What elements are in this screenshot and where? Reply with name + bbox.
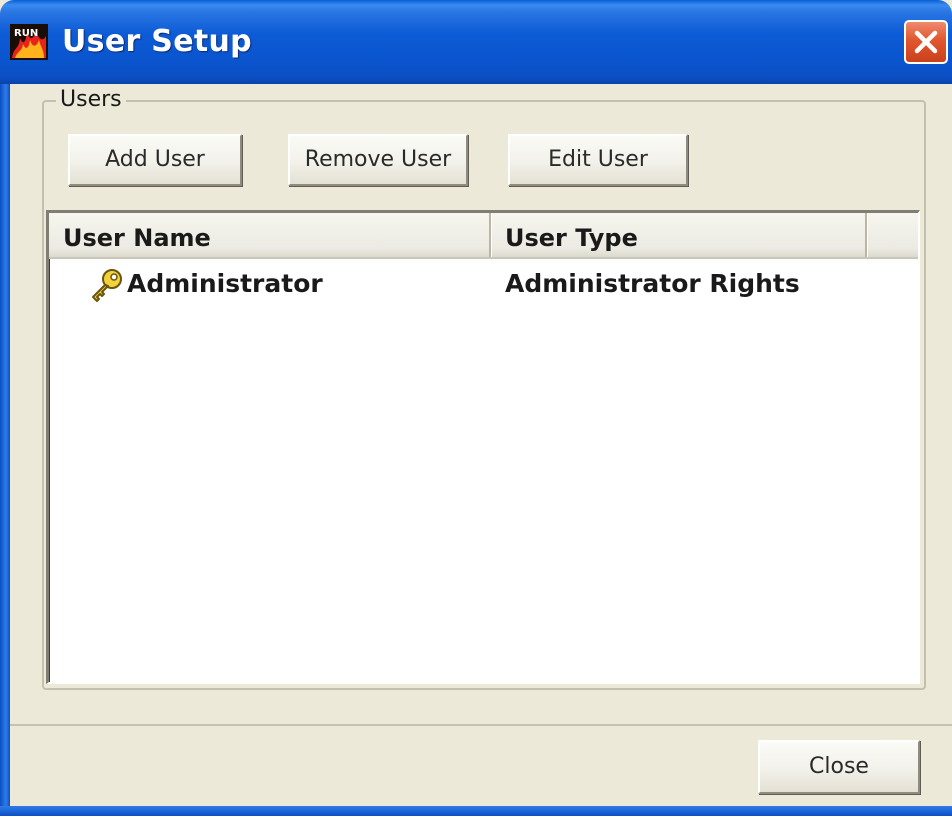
key-icon — [89, 267, 125, 303]
column-header-filler — [867, 213, 918, 257]
title-bar[interactable]: RUN User Setup — [0, 0, 952, 84]
users-list[interactable]: User Name User Type Administrator Admini… — [46, 210, 920, 684]
list-header: User Name User Type — [49, 213, 918, 259]
user-type-cell: Administrator Rights — [505, 269, 800, 298]
column-header-user-name[interactable]: User Name — [49, 213, 491, 257]
window-title: User Setup — [62, 24, 252, 59]
add-user-button[interactable]: Add User — [68, 134, 242, 186]
svg-text:RUN: RUN — [14, 28, 38, 39]
remove-user-button[interactable]: Remove User — [288, 134, 468, 186]
users-group-legend: Users — [56, 86, 126, 114]
table-row[interactable]: Administrator Administrator Rights — [49, 261, 918, 307]
app-fire-icon: RUN — [10, 24, 48, 60]
edit-user-button[interactable]: Edit User — [508, 134, 688, 186]
close-button[interactable]: Close — [758, 740, 920, 794]
window-frame-left — [0, 84, 10, 816]
close-icon — [914, 30, 938, 54]
column-header-user-type[interactable]: User Type — [491, 213, 867, 257]
window-close-button[interactable] — [904, 20, 948, 64]
user-name-cell: Administrator — [127, 269, 323, 298]
user-setup-window: RUN User Setup Users Add User Remove Use… — [0, 0, 952, 816]
window-frame-bottom — [0, 806, 952, 816]
